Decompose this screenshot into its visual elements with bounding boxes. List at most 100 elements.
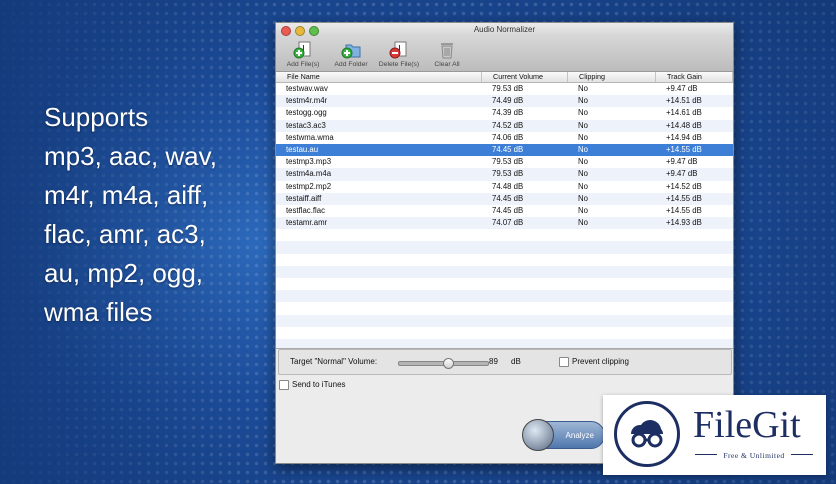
- clipping-cell: No: [578, 132, 588, 142]
- table-row[interactable]: testm4a.m4a 79.53 dB No +9.47 dB: [276, 168, 733, 181]
- table-row[interactable]: testwav.wav 79.53 dB No +9.47 dB: [276, 83, 733, 95]
- add-folder-label: Add Folder: [334, 61, 368, 68]
- file-name-cell: testm4a.m4a: [286, 169, 332, 179]
- zoom-button[interactable]: [309, 26, 319, 36]
- promo-line: mp3, aac, wav,: [44, 141, 217, 171]
- add-file-icon: [293, 41, 311, 59]
- empty-row: [276, 290, 733, 303]
- track-gain-cell: +14.55 dB: [666, 193, 702, 203]
- promo-line: m4r, m4a, aiff,: [44, 180, 209, 210]
- delete-files-label: Delete File(s): [378, 61, 420, 68]
- track-gain-cell: +14.52 dB: [666, 181, 702, 191]
- file-name-cell: testmp3.mp3: [286, 157, 332, 167]
- empty-row: [276, 229, 733, 241]
- file-name-cell: testmp2.mp2: [286, 181, 332, 191]
- track-gain-cell: +14.93 dB: [666, 218, 702, 228]
- trash-icon: [441, 43, 453, 59]
- analyze-label: Analyze: [565, 431, 594, 440]
- table-row[interactable]: testac3.ac3 74.52 dB No +14.48 dB: [276, 119, 733, 132]
- brand-tagline: Free & Unlimited: [723, 451, 785, 460]
- volume-label: Target "Normal" Volume:: [290, 357, 378, 366]
- track-gain-cell: +14.55 dB: [666, 144, 702, 154]
- brand-name: FileGit: [693, 404, 801, 446]
- filegit-watermark: FileGit Free & Unlimited: [603, 395, 826, 475]
- current-volume-cell: 74.45 dB: [492, 144, 524, 154]
- file-name-cell: testau.au: [286, 144, 319, 154]
- file-name-cell: testogg.ogg: [286, 108, 327, 118]
- clipping-cell: No: [578, 193, 588, 203]
- promo-line: wma files: [44, 297, 153, 327]
- volume-slider[interactable]: [398, 358, 489, 369]
- window-title: Audio Normalizer: [473, 25, 536, 34]
- column-header-track-gain[interactable]: Track Gain: [656, 72, 733, 82]
- magnifier-icon: [522, 419, 554, 451]
- file-table[interactable]: File Name Current Volume Clipping Track …: [276, 72, 733, 349]
- add-files-label: Add File(s): [286, 61, 320, 68]
- clipping-cell: No: [578, 157, 588, 167]
- prevent-clipping-option[interactable]: Prevent clipping: [559, 350, 629, 374]
- close-button[interactable]: [281, 26, 291, 36]
- column-header-current-volume[interactable]: Current Volume: [482, 72, 568, 82]
- promo-line: au, mp2, ogg,: [44, 258, 203, 288]
- table-row[interactable]: testamr.amr 74.07 dB No +14.93 dB: [276, 217, 733, 230]
- current-volume-cell: 74.45 dB: [492, 205, 524, 215]
- column-header-file-name[interactable]: File Name: [276, 72, 482, 82]
- clipping-cell: No: [578, 205, 588, 215]
- file-name-cell: testflac.flac: [286, 205, 325, 215]
- current-volume-cell: 79.53 dB: [492, 84, 524, 93]
- current-volume-cell: 74.48 dB: [492, 181, 524, 191]
- current-volume-cell: 74.06 dB: [492, 132, 524, 142]
- promo-line: Supports: [44, 102, 149, 132]
- clipping-cell: No: [578, 181, 588, 191]
- empty-row: [276, 302, 733, 314]
- empty-row: [276, 327, 733, 339]
- current-volume-cell: 79.53 dB: [492, 169, 524, 179]
- volume-panel: Target "Normal" Volume: 89 dB Prevent cl…: [278, 349, 732, 375]
- current-volume-cell: 79.53 dB: [492, 157, 524, 167]
- analyze-button[interactable]: Analyze: [522, 419, 605, 451]
- prevent-clipping-checkbox[interactable]: [559, 356, 569, 367]
- table-row[interactable]: testm4r.m4r 74.49 dB No +14.51 dB: [276, 95, 733, 108]
- table-row[interactable]: testmp2.mp2 74.48 dB No +14.52 dB: [276, 181, 733, 193]
- column-header-clipping[interactable]: Clipping: [568, 72, 656, 82]
- file-name-cell: testamr.amr: [286, 218, 328, 228]
- table-row[interactable]: testwma.wma 74.06 dB No +14.94 dB: [276, 132, 733, 144]
- current-volume-cell: 74.52 dB: [492, 120, 524, 130]
- table-row[interactable]: testaiff.aiff 74.45 dB No +14.55 dB: [276, 192, 733, 205]
- volume-unit: dB: [511, 357, 521, 366]
- table-row[interactable]: testmp3.mp3 79.53 dB No +9.47 dB: [276, 156, 733, 168]
- add-folder-icon: [341, 44, 361, 59]
- empty-row: [276, 265, 733, 278]
- empty-row: [276, 338, 733, 348]
- filegit-logo-icon: [614, 401, 680, 467]
- track-gain-cell: +14.55 dB: [666, 205, 702, 215]
- minimize-button[interactable]: [295, 26, 305, 36]
- clipping-cell: No: [578, 96, 588, 106]
- table-row[interactable]: testflac.flac 74.45 dB No +14.55 dB: [276, 205, 733, 217]
- add-files-button[interactable]: Add File(s): [280, 37, 326, 71]
- clear-all-button[interactable]: Clear All: [424, 37, 470, 71]
- file-name-cell: testwav.wav: [286, 84, 328, 93]
- track-gain-cell: +14.48 dB: [666, 120, 702, 130]
- track-gain-cell: +9.47 dB: [666, 157, 698, 167]
- delete-file-icon: [389, 41, 407, 59]
- track-gain-cell: +9.47 dB: [666, 169, 698, 179]
- empty-row: [276, 241, 733, 254]
- table-row[interactable]: testogg.ogg 74.39 dB No +14.61 dB: [276, 107, 733, 119]
- send-to-itunes-option[interactable]: Send to iTunes: [279, 380, 346, 390]
- send-to-itunes-checkbox[interactable]: [279, 380, 289, 390]
- promo-text: Supports mp3, aac, wav, m4r, m4a, aiff, …: [44, 98, 264, 332]
- window-controls: [281, 26, 319, 36]
- delete-files-button[interactable]: Delete File(s): [376, 37, 422, 71]
- file-name-cell: testm4r.m4r: [286, 96, 328, 106]
- current-volume-cell: 74.49 dB: [492, 96, 524, 106]
- track-gain-cell: +14.61 dB: [666, 108, 702, 118]
- toolbar: Add File(s) Add Folder Delete File(s) Cl…: [276, 37, 733, 72]
- volume-slider-knob[interactable]: [443, 358, 455, 369]
- promo-line: flac, amr, ac3,: [44, 219, 206, 249]
- clipping-cell: No: [578, 218, 588, 228]
- add-folder-button[interactable]: Add Folder: [328, 37, 374, 71]
- table-row[interactable]: testau.au 74.45 dB No +14.55 dB: [276, 143, 733, 157]
- volume-value: 89: [489, 357, 498, 366]
- file-name-cell: testaiff.aiff: [286, 193, 322, 203]
